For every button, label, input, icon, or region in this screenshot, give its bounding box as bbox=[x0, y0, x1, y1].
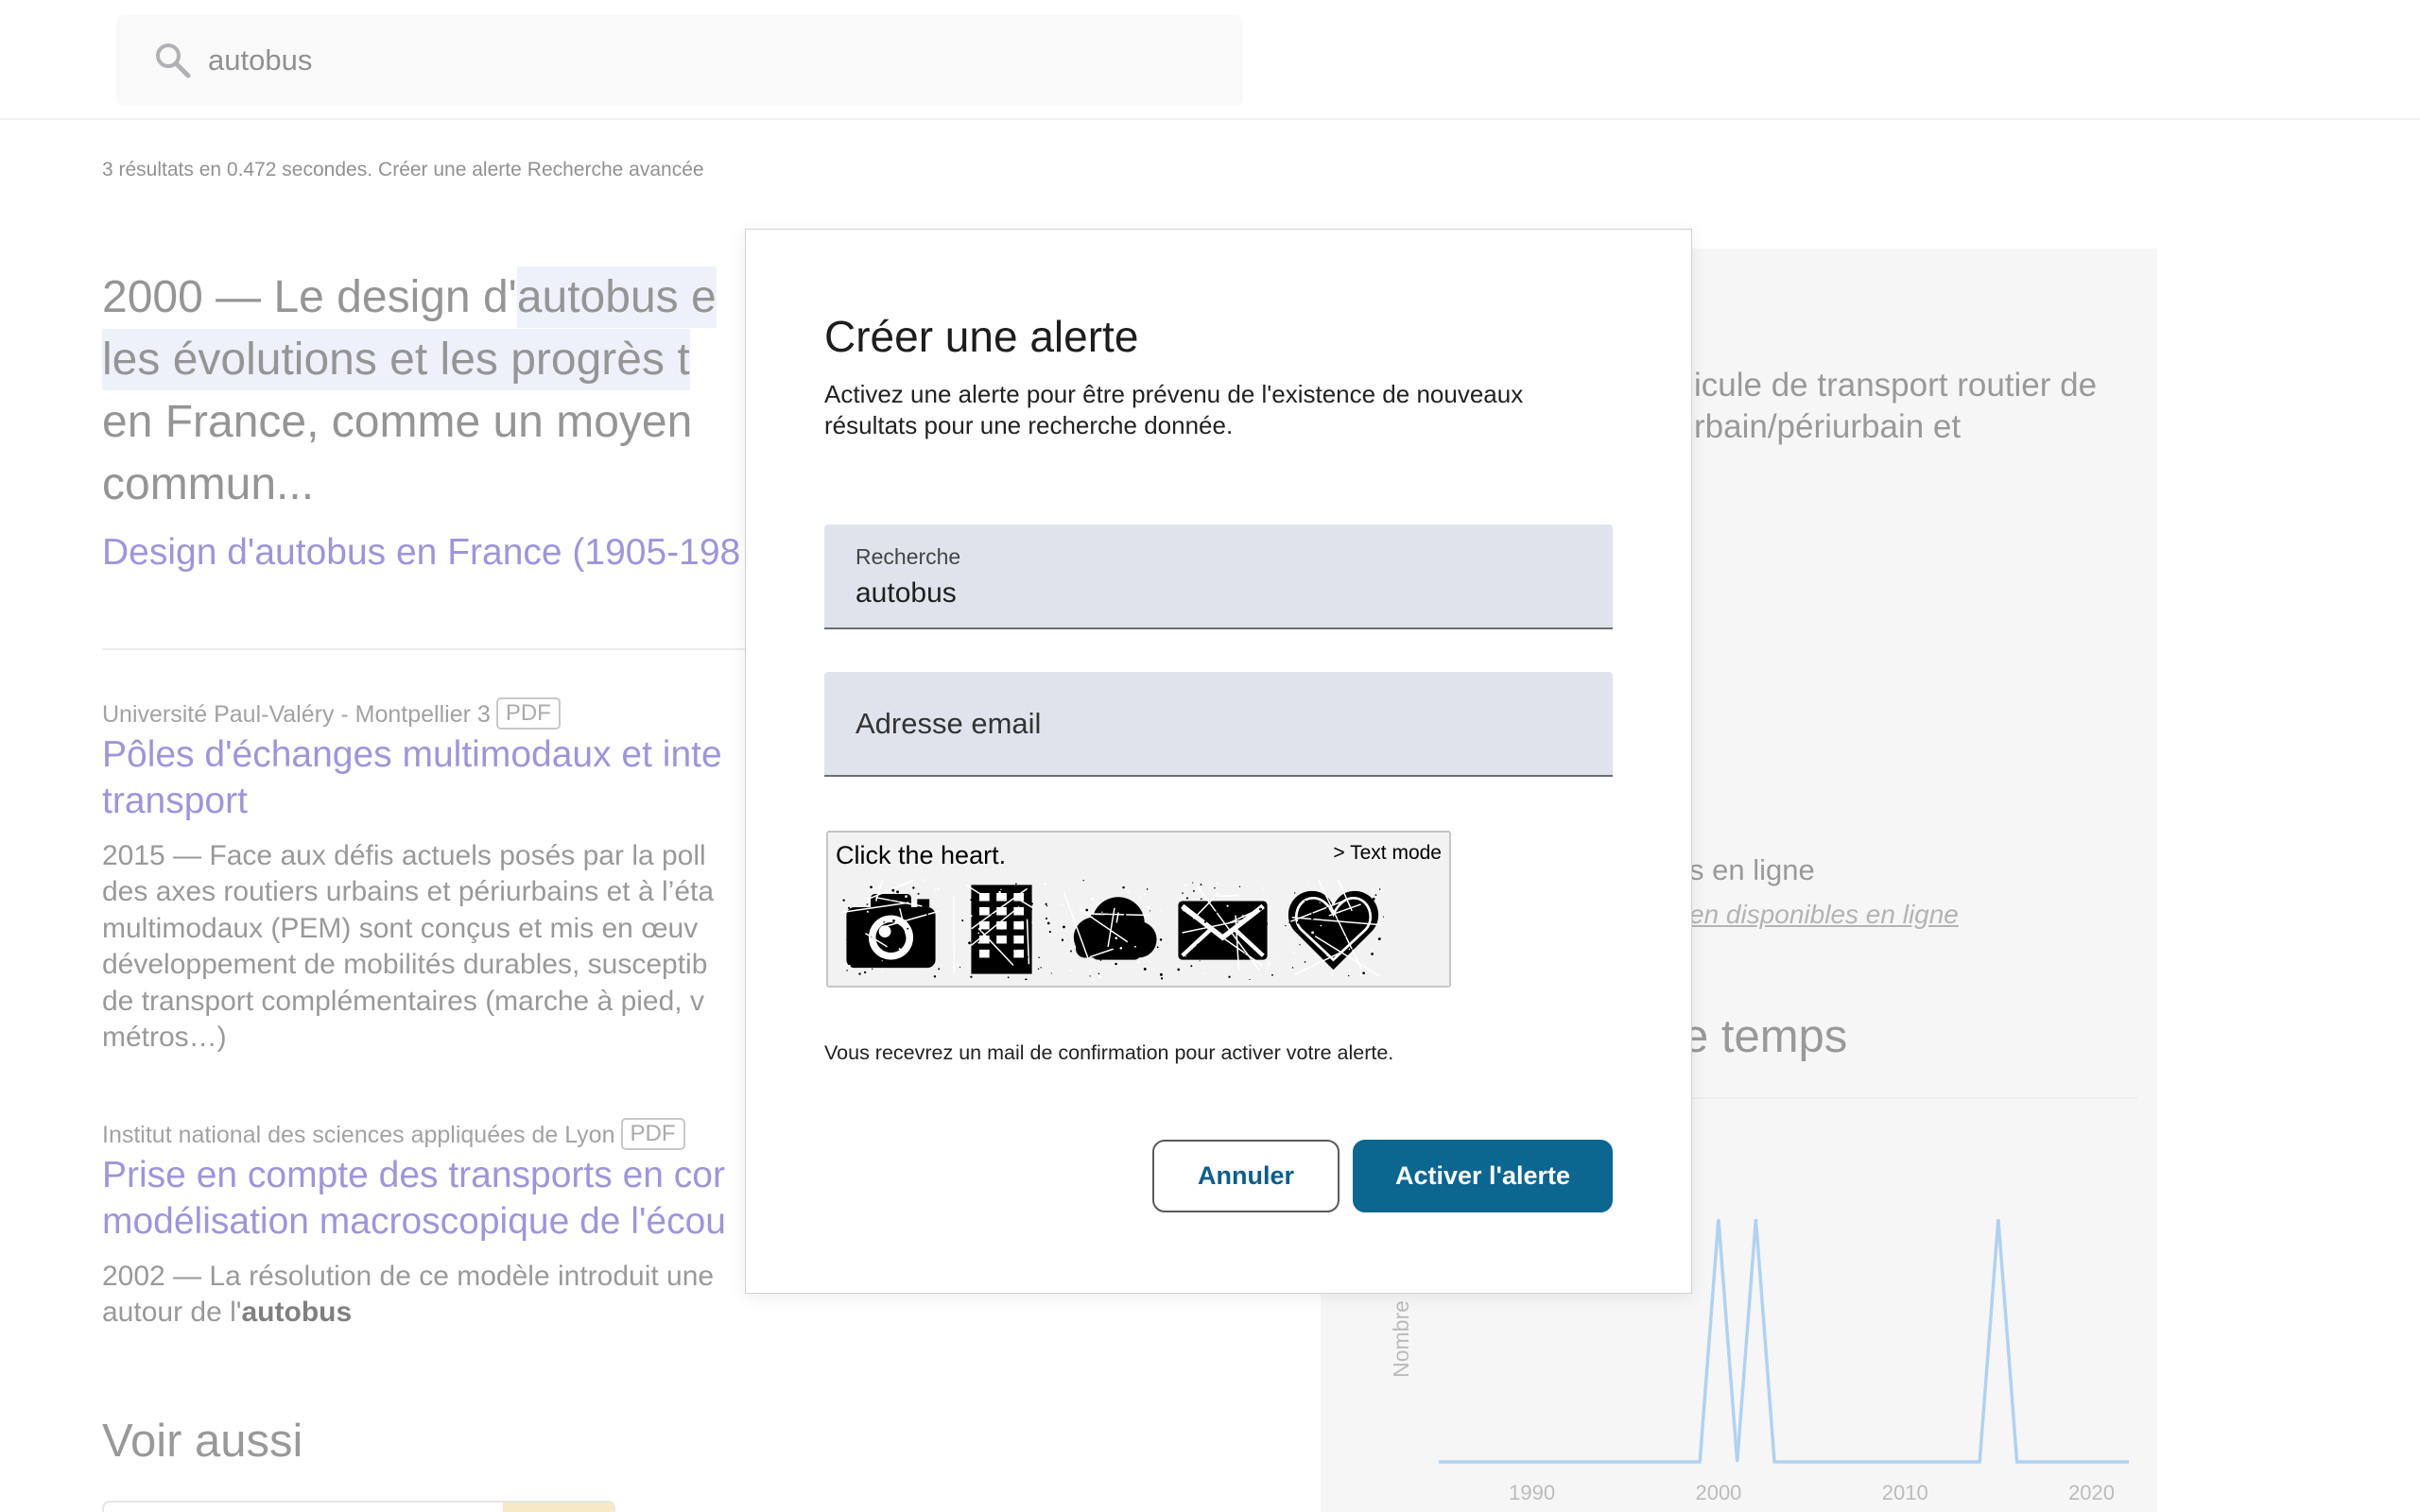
search-query-input[interactable] bbox=[856, 577, 1574, 610]
captcha-text-mode-link[interactable]: > Text mode bbox=[1333, 841, 1442, 866]
email-input[interactable] bbox=[856, 672, 1583, 775]
dialog-description: Activez une alerte pour être prévenu de … bbox=[824, 380, 1524, 439]
confirmation-notice: Vous recevrez un mail de confirmation po… bbox=[824, 1041, 1394, 1064]
email-field[interactable] bbox=[824, 672, 1613, 777]
activate-alert-button[interactable]: Activer l'alerte bbox=[1353, 1140, 1613, 1212]
captcha-widget: Click the heart. > Text mode bbox=[826, 831, 1451, 988]
search-query-label: Recherche bbox=[856, 544, 961, 569]
dialog-title: Créer une alerte bbox=[824, 312, 1139, 361]
camera-icon[interactable] bbox=[840, 879, 942, 980]
captcha-instruction: Click the heart. bbox=[836, 841, 1007, 869]
search-query-field[interactable]: Recherche bbox=[824, 524, 1613, 629]
cloud-icon[interactable] bbox=[1062, 879, 1163, 980]
building-icon[interactable] bbox=[951, 879, 1052, 980]
page: 3 résultats en 0.472 secondes.Créer une … bbox=[0, 0, 2420, 1512]
envelope-icon[interactable] bbox=[1172, 879, 1273, 980]
create-alert-dialog: Créer une alerte Activez une alerte pour… bbox=[745, 229, 1692, 1294]
captcha-icon-row bbox=[840, 879, 1384, 980]
heart-icon[interactable] bbox=[1283, 879, 1384, 980]
cancel-button[interactable]: Annuler bbox=[1152, 1140, 1340, 1212]
